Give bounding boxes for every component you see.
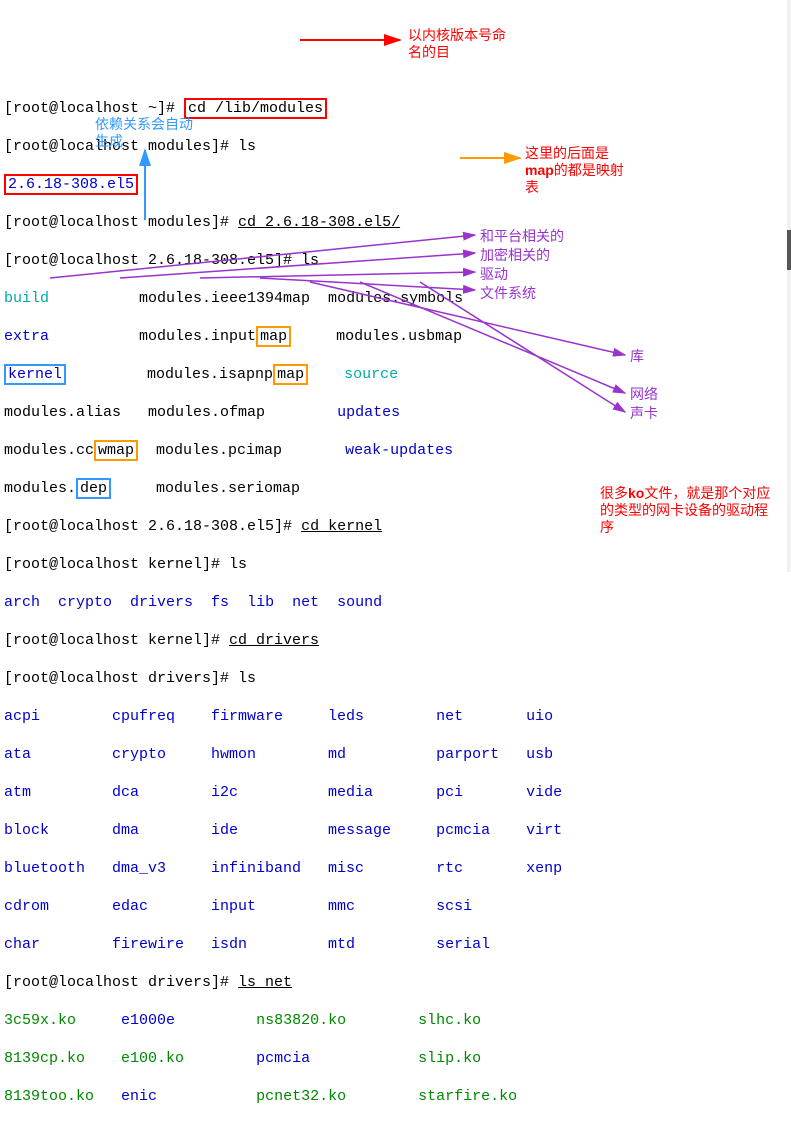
prompt-line: [root@localhost kernel]# ls	[4, 555, 791, 574]
net-file: ns83820.ko	[256, 1012, 346, 1029]
net-file: e100.ko	[121, 1050, 184, 1067]
build-link: build	[4, 290, 49, 307]
cmd-cd-lib-modules: cd /lib/modules	[184, 98, 327, 119]
net-file: pcmcia	[256, 1050, 310, 1067]
cmd-cd-version: cd 2.6.18-308.el5/	[238, 214, 400, 231]
fs-dir: fs	[193, 594, 229, 611]
net-file: 8139cp.ko	[4, 1050, 85, 1067]
net-row: 3c59x.ko e1000e ns83820.ko slhc.ko	[4, 1011, 791, 1030]
extra-dir: extra	[4, 328, 49, 345]
drivers-row: block dma ide message pcmcia virt	[4, 821, 791, 840]
map-highlight: map	[256, 326, 291, 347]
dep-file: dep	[76, 478, 111, 499]
net-file: slip.ko	[418, 1050, 481, 1067]
cmd-ls-net: ls net	[238, 974, 292, 991]
cmd-cd-kernel: cd kernel	[301, 518, 382, 535]
annotation-version: 以内核版本号命名的目	[408, 27, 518, 61]
sound-dir: sound	[319, 594, 382, 611]
map-highlight: map	[273, 364, 308, 385]
updates-dir: updates	[337, 404, 400, 421]
annotation-net: 网络	[630, 386, 658, 403]
net-file: starfire.ko	[418, 1088, 517, 1105]
cmd-cd-drivers: cd drivers	[229, 632, 319, 649]
prompt-line: [root@localhost drivers]# ls net	[4, 973, 791, 992]
drivers-row: bluetooth dma_v3 infiniband misc rtc xen…	[4, 859, 791, 878]
drivers-row: char firewire isdn mtd serial	[4, 935, 791, 954]
output-line: extra modules.inputmap modules.usbmap	[4, 327, 791, 346]
net-file: e1000e	[121, 1012, 175, 1029]
output-line: build modules.ieee1394map modules.symbol…	[4, 289, 791, 308]
annotation-fs: 文件系统	[480, 285, 536, 302]
drivers-dir: drivers	[112, 594, 193, 611]
scrollthumb[interactable]	[787, 230, 791, 270]
annotation-sound: 声卡	[630, 405, 658, 422]
drivers-row: atm dca i2c media pci vide	[4, 783, 791, 802]
annotation-lib: 库	[630, 348, 644, 365]
output-line: modules.ccwmap modules.pcimap weak-updat…	[4, 441, 791, 460]
annotation-ko: 很多ko文件，就是那个对应的类型的网卡设备的驱动程序	[600, 485, 780, 536]
net-file: enic	[121, 1088, 157, 1105]
net-dir: net	[274, 594, 319, 611]
annotation-dep: 依赖关系会自动生成	[95, 116, 195, 150]
drivers-row: ata crypto hwmon md parport usb	[4, 745, 791, 764]
prompt-line: [root@localhost drivers]# ls	[4, 669, 791, 688]
output-line: modules.alias modules.ofmap updates	[4, 403, 791, 422]
prompt-line: [root@localhost 2.6.18-308.el5]# ls	[4, 251, 791, 270]
kernel-dir: kernel	[4, 364, 66, 385]
net-file: 3c59x.ko	[4, 1012, 76, 1029]
output-line: 2.6.18-308.el5	[4, 175, 791, 194]
weak-updates-dir: weak-updates	[345, 442, 453, 459]
annotation-map: 这里的后面是map的都是映射表	[525, 145, 635, 196]
annotation-crypto: 加密相关的	[480, 247, 550, 264]
drivers-row: acpi cpufreq firmware leds net uio	[4, 707, 791, 726]
map-highlight: wmap	[94, 440, 138, 461]
lib-dir: lib	[229, 594, 274, 611]
scrollbar[interactable]	[787, 0, 791, 572]
annotation-arch: 和平台相关的	[480, 228, 564, 245]
net-file: 8139too.ko	[4, 1088, 94, 1105]
net-row: 8139too.ko enic pcnet32.ko starfire.ko	[4, 1087, 791, 1106]
kernel-subdirs: arch crypto drivers fs lib net sound	[4, 593, 791, 612]
prompt-line: [root@localhost modules]# cd 2.6.18-308.…	[4, 213, 791, 232]
net-file: pcnet32.ko	[256, 1088, 346, 1105]
net-file: slhc.ko	[418, 1012, 481, 1029]
prompt-line: [root@localhost kernel]# cd drivers	[4, 631, 791, 650]
source-link: source	[308, 366, 398, 383]
output-line: kernel modules.isapnpmap source	[4, 365, 791, 384]
drivers-row: cdrom edac input mmc scsi	[4, 897, 791, 916]
net-row: 8139cp.ko e100.ko pcmcia slip.ko	[4, 1049, 791, 1068]
kernel-version-dir: 2.6.18-308.el5	[4, 174, 138, 195]
crypto-dir: crypto	[40, 594, 112, 611]
arch-dir: arch	[4, 594, 40, 611]
annotation-drivers: 驱动	[480, 266, 508, 283]
